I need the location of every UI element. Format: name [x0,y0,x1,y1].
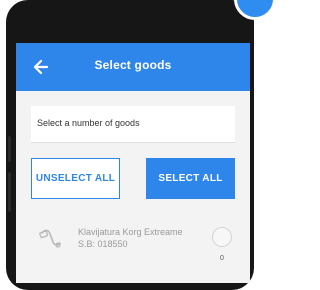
page-title: Select goods [94,58,172,72]
keyboard-icon [36,223,66,253]
phone-side-button [8,172,11,212]
app-screen: Select goods Select a number of goods UN… [16,43,250,283]
goods-count-input[interactable]: Select a number of goods [31,106,235,143]
app-bar: Select goods [16,43,250,91]
item-quantity: 0 [220,255,224,262]
phone-side-button [8,136,11,162]
item-select-toggle[interactable] [212,227,232,247]
goods-count-label: Select a number of goods [37,118,140,128]
item-sku: S.B: 018550 [78,239,128,249]
item-name: Klavijatura Korg Extreame [78,227,183,237]
select-all-button[interactable]: SELECT ALL [146,158,235,199]
phone-frame: Select goods Select a number of goods UN… [6,0,254,290]
list-item[interactable]: Klavijatura Korg Extreame S.B: 018550 0 [16,213,250,283]
unselect-all-button[interactable]: UNSELECT ALL [31,158,120,199]
